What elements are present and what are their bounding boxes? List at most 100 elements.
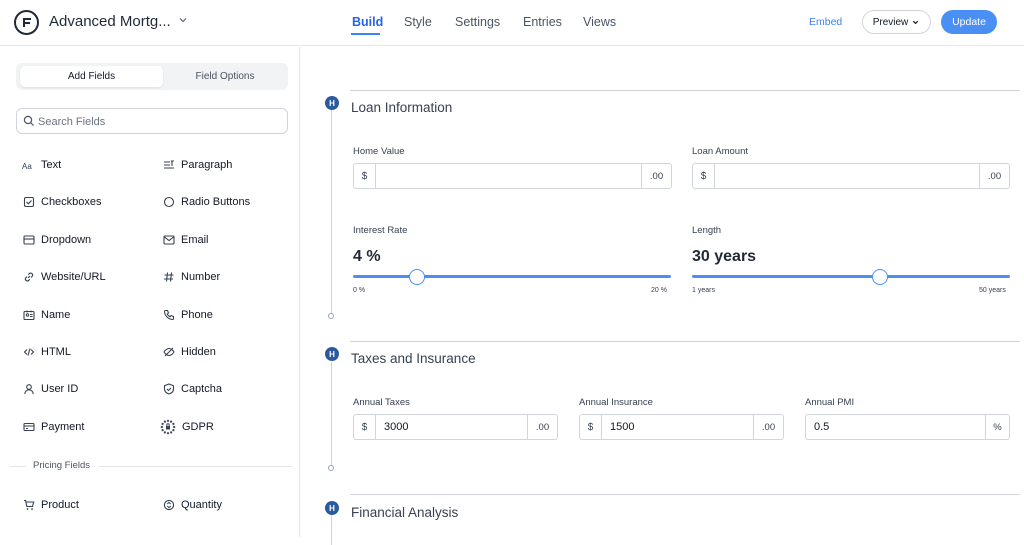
- card-icon: [22, 421, 35, 434]
- annual-pmi-input[interactable]: 0.5: [806, 415, 985, 439]
- field-item-captcha[interactable]: Captcha: [162, 381, 222, 397]
- section-title-taxes-and-insurance[interactable]: Taxes and Insurance: [351, 351, 476, 366]
- home-value-field[interactable]: $ .00: [353, 163, 672, 189]
- field-item-email[interactable]: Email: [162, 232, 209, 248]
- decimal-suffix: .00: [753, 415, 783, 439]
- heading-badge-icon[interactable]: H: [325, 501, 339, 515]
- hash-icon: [162, 271, 175, 284]
- field-item-label: Radio Buttons: [181, 196, 251, 208]
- field-item-checkboxes[interactable]: Checkboxes: [22, 194, 102, 210]
- section-divider: [350, 494, 1020, 495]
- section-line: [331, 110, 332, 315]
- length-slider-thumb[interactable]: [872, 269, 889, 285]
- home-value-input[interactable]: [376, 164, 641, 188]
- checkbox-icon: [22, 196, 35, 209]
- field-item-name[interactable]: Name: [22, 307, 70, 323]
- interest-rate-value: 4 %: [353, 248, 381, 265]
- section-end-marker: [328, 313, 334, 319]
- tab-style[interactable]: Style: [404, 15, 432, 29]
- paragraph-icon: [162, 159, 175, 172]
- form-title[interactable]: Advanced Mortg...: [49, 13, 171, 30]
- chevron-down-icon[interactable]: [178, 15, 188, 28]
- field-item-number[interactable]: Number: [162, 269, 220, 285]
- annual-insurance-input[interactable]: 1500: [602, 415, 753, 439]
- length-label: Length: [692, 225, 722, 236]
- tab-entries[interactable]: Entries: [523, 15, 562, 29]
- field-item-product[interactable]: Product: [22, 497, 79, 513]
- interest-rate-label: Interest Rate: [353, 225, 408, 236]
- field-item-label: Text: [41, 159, 62, 171]
- svg-text:Aa: Aa: [22, 162, 32, 170]
- eye-slash-icon: [162, 346, 175, 359]
- field-item-label: Checkboxes: [41, 196, 102, 208]
- field-item-website-url[interactable]: Website/URL: [22, 269, 106, 285]
- update-button[interactable]: Update: [941, 10, 997, 34]
- field-item-quantity[interactable]: Quantity: [162, 497, 222, 513]
- currency-prefix: $: [580, 415, 602, 439]
- embed-link[interactable]: Embed: [809, 16, 842, 28]
- field-item-label: Paragraph: [181, 159, 233, 171]
- interest-rate-slider-track[interactable]: [353, 275, 671, 278]
- preview-label: Preview: [872, 16, 909, 28]
- tab-build[interactable]: Build: [352, 15, 383, 29]
- loan-amount-input[interactable]: [715, 164, 979, 188]
- field-item-payment[interactable]: Payment: [22, 419, 84, 435]
- interest-rate-slider-thumb[interactable]: [408, 269, 425, 285]
- field-item-radio-buttons[interactable]: Radio Buttons: [162, 194, 250, 210]
- shield-icon: [162, 383, 175, 396]
- field-item-paragraph[interactable]: Paragraph: [162, 157, 232, 173]
- annual-insurance-label: Annual Insurance: [579, 397, 653, 408]
- active-tab-indicator: [351, 33, 380, 35]
- add-fields-tab[interactable]: Add Fields: [20, 66, 163, 87]
- field-item-label: Phone: [181, 309, 213, 321]
- field-item-hidden[interactable]: Hidden: [162, 344, 216, 360]
- annual-pmi-field[interactable]: 0.5 %: [805, 414, 1010, 440]
- top-bar: Advanced Mortg... Build Style Settings E…: [0, 0, 1024, 46]
- divider: [99, 466, 292, 467]
- quantity-icon: [162, 499, 175, 512]
- fields-sidebar: Add Fields Field Options Aa Text Paragra…: [0, 47, 300, 537]
- section-title-financial-analysis[interactable]: Financial Analysis: [351, 505, 458, 520]
- field-item-label: Website/URL: [41, 271, 106, 283]
- field-item-gdpr[interactable]: GDPR: [160, 419, 214, 435]
- search-input[interactable]: [38, 113, 278, 130]
- cart-icon: [22, 499, 35, 512]
- divider: [10, 466, 26, 467]
- search-icon: [23, 115, 34, 126]
- length-slider-track[interactable]: [692, 275, 1010, 278]
- slider-min-label: 1 years: [692, 287, 715, 294]
- preview-button[interactable]: Preview: [862, 10, 931, 34]
- tab-settings[interactable]: Settings: [455, 15, 500, 29]
- section-end-marker: [328, 465, 334, 471]
- tab-views[interactable]: Views: [583, 15, 616, 29]
- section-line: [331, 515, 332, 545]
- annual-taxes-field[interactable]: $ 3000 .00: [353, 414, 558, 440]
- field-item-phone[interactable]: Phone: [162, 307, 213, 323]
- field-item-label: Product: [41, 499, 79, 511]
- field-item-label: User ID: [41, 383, 79, 395]
- slider-max-label: 50 years: [979, 287, 1006, 294]
- annual-insurance-field[interactable]: $ 1500 .00: [579, 414, 784, 440]
- slider-min-label: 0 %: [353, 287, 366, 294]
- field-item-label: Email: [181, 234, 209, 246]
- field-item-label: Payment: [41, 421, 85, 433]
- user-icon: [22, 383, 35, 396]
- length-value: 30 years: [692, 248, 757, 265]
- heading-badge-icon[interactable]: H: [325, 347, 339, 361]
- formidable-logo-icon[interactable]: [14, 10, 39, 35]
- email-icon: [162, 234, 175, 247]
- field-options-tab[interactable]: Field Options: [166, 66, 284, 87]
- field-item-html[interactable]: HTML: [22, 344, 71, 360]
- loan-amount-field[interactable]: $ .00: [692, 163, 1010, 189]
- field-item-text[interactable]: Aa Text: [22, 157, 61, 173]
- currency-prefix: $: [693, 164, 715, 188]
- sidebar-segmented-control: Add Fields Field Options: [16, 63, 288, 90]
- chevron-down-icon: [913, 20, 919, 24]
- field-item-dropdown[interactable]: Dropdown: [22, 232, 91, 248]
- field-item-user-id[interactable]: User ID: [22, 381, 78, 397]
- form-canvas: H Loan Information Home Value $ .00 Loan…: [301, 47, 1024, 545]
- dropdown-icon: [22, 234, 35, 247]
- annual-taxes-input[interactable]: 3000: [376, 415, 527, 439]
- heading-badge-icon[interactable]: H: [325, 96, 339, 110]
- section-title-loan-information[interactable]: Loan Information: [351, 100, 452, 115]
